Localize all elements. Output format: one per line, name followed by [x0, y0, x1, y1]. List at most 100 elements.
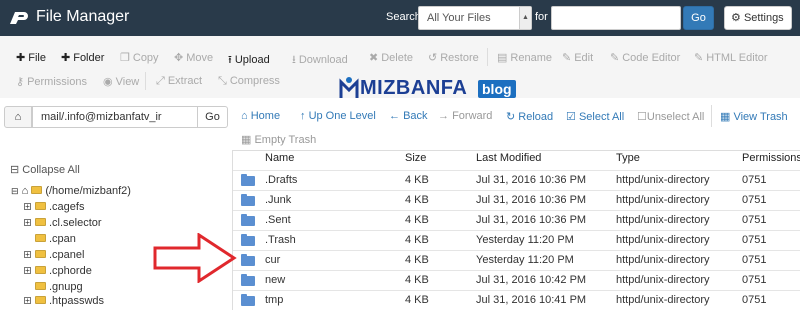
- copy-icon: ❐: [120, 52, 130, 64]
- folder-icon: [241, 294, 255, 306]
- folder-icon: [241, 254, 255, 266]
- folder-icon: [35, 282, 46, 291]
- tree-item-label: .gnupg: [49, 281, 83, 293]
- row-permissions: 0751: [742, 294, 767, 306]
- tree-item[interactable]: + .cl.selector: [24, 217, 102, 229]
- edit-label: Edit: [574, 52, 594, 64]
- pencil-icon: ✎: [562, 52, 572, 64]
- nav-forward-button[interactable]: → Forward: [438, 110, 492, 122]
- tree-root[interactable]: ⊟ ⌂ (/home/mizbanf2): [11, 185, 131, 197]
- rename-button[interactable]: ▤ Rename: [497, 51, 552, 64]
- watermark-badge: blog: [478, 80, 516, 98]
- code-editor-icon: ✎: [610, 52, 620, 64]
- row-modified: Jul 31, 2016 10:41 PM: [476, 294, 587, 306]
- key-icon: ⚷: [16, 76, 25, 88]
- extract-button[interactable]: ⤢ Extract: [156, 75, 202, 88]
- select-all-button[interactable]: ☑ Select All: [566, 110, 624, 123]
- row-type: httpd/unix-directory: [616, 254, 710, 266]
- arrow-left-icon: ←: [389, 110, 400, 122]
- column-header-type[interactable]: Type: [616, 152, 640, 164]
- row-type: httpd/unix-directory: [616, 174, 710, 186]
- empty-trash-button[interactable]: ▦ Empty Trash: [241, 133, 316, 146]
- code-editor-button[interactable]: ✎ Code Editor: [610, 51, 680, 64]
- row-size: 4 KB: [405, 294, 429, 306]
- expand-icon: +: [24, 250, 31, 259]
- row-name: .Junk: [265, 194, 292, 206]
- nav-up-one-level-button[interactable]: ↑ Up One Level: [300, 110, 376, 122]
- column-header-permissions[interactable]: Permissions: [742, 152, 800, 164]
- nav-reload-button[interactable]: ↻ Reload: [506, 110, 553, 123]
- checkbox-empty-icon: ☐: [637, 111, 647, 123]
- home-path-button[interactable]: ⌂: [4, 106, 32, 128]
- row-name: cur: [265, 254, 281, 266]
- download-button[interactable]: ⭳ Download: [292, 51, 348, 70]
- mizbanfa-mark-icon: [339, 77, 359, 98]
- search-label: Search: [386, 11, 421, 23]
- row-size: 4 KB: [405, 174, 429, 186]
- html-editor-button[interactable]: ✎ HTML Editor: [694, 51, 768, 64]
- rename-label: Rename: [510, 52, 552, 64]
- unselect-all-label: Unselect All: [646, 111, 705, 123]
- collapse-all-label: Collapse All: [22, 164, 80, 176]
- move-button[interactable]: ✥ Move: [174, 51, 213, 64]
- view-button[interactable]: ◉ View: [103, 75, 139, 88]
- unselect-all-button[interactable]: ☐Unselect All: [637, 110, 704, 123]
- arrow-right-icon: →: [438, 110, 449, 122]
- permissions-label: Permissions: [27, 76, 87, 88]
- delete-icon: ✖: [369, 52, 379, 64]
- tree-item-label: .htpasswds: [49, 295, 105, 307]
- watermark-text: MIZBANFA: [360, 77, 468, 99]
- row-size: 4 KB: [405, 254, 429, 266]
- toolbar-divider: [145, 72, 146, 90]
- permissions-button[interactable]: ⚷ Permissions: [16, 75, 87, 88]
- delete-label: Delete: [381, 52, 414, 64]
- new-file-button[interactable]: ✚ File: [16, 51, 46, 64]
- nav-home-button[interactable]: ⌂ Home: [241, 110, 280, 122]
- settings-button[interactable]: ⚙ Settings: [724, 6, 792, 30]
- row-type: httpd/unix-directory: [616, 234, 710, 246]
- tree-item[interactable]: + .htpasswds: [24, 295, 104, 307]
- search-go-button[interactable]: Go: [683, 6, 714, 30]
- row-modified: Jul 31, 2016 10:42 PM: [476, 274, 587, 286]
- tree-item[interactable]: + .cphorde: [24, 265, 92, 277]
- nav-back-button[interactable]: ← Back: [389, 110, 428, 122]
- tree-item[interactable]: .gnupg: [24, 281, 83, 293]
- html-editor-icon: ✎: [694, 52, 704, 64]
- copy-button[interactable]: ❐ Copy: [120, 51, 159, 64]
- column-header-name[interactable]: Name: [265, 152, 294, 164]
- column-header-size[interactable]: Size: [405, 152, 426, 164]
- row-name: .Trash: [265, 234, 296, 246]
- checkbox-checked-icon: ☑: [566, 111, 576, 123]
- row-size: 4 KB: [405, 194, 429, 206]
- path-go-button[interactable]: Go: [197, 106, 228, 128]
- folder-icon: [35, 218, 46, 227]
- top-header: File Manager Search All Your Files ▲ for…: [0, 0, 800, 36]
- search-input[interactable]: [551, 6, 681, 30]
- search-scope-select[interactable]: All Your Files ▲: [418, 6, 532, 30]
- extract-label: Extract: [167, 75, 203, 87]
- select-all-label: Select All: [578, 111, 625, 123]
- folder-icon: [35, 234, 46, 243]
- compress-label: Compress: [229, 75, 280, 87]
- edit-button[interactable]: ✎ Edit: [562, 51, 593, 64]
- column-header-modified[interactable]: Last Modified: [476, 152, 541, 164]
- collapse-all-button[interactable]: ⊟ Collapse All: [10, 163, 80, 176]
- path-input[interactable]: mail/.info@mizbanfatv_ir: [32, 106, 198, 128]
- new-file-label: File: [28, 52, 46, 64]
- view-trash-button[interactable]: ▦ View Trash: [720, 110, 788, 123]
- new-folder-button[interactable]: ✚ Folder: [61, 51, 104, 64]
- restore-label: Restore: [440, 52, 479, 64]
- upload-button[interactable]: ⭱ Upload: [228, 51, 270, 70]
- expand-icon: +: [24, 202, 31, 211]
- restore-button[interactable]: ↺ Restore: [428, 51, 479, 64]
- tree-item-label: .cphorde: [49, 265, 92, 277]
- row-name: .Drafts: [265, 174, 298, 186]
- row-size: 4 KB: [405, 274, 429, 286]
- tree-item[interactable]: .cpan: [24, 233, 76, 245]
- compress-button[interactable]: ⤡ Compress: [218, 75, 280, 88]
- delete-button[interactable]: ✖ Delete: [369, 51, 413, 64]
- tree-item-label: .cpanel: [49, 249, 85, 261]
- tree-item[interactable]: + .cpanel: [24, 249, 84, 261]
- compress-icon: ⤡: [218, 75, 227, 87]
- tree-item[interactable]: + .cagefs: [24, 201, 84, 213]
